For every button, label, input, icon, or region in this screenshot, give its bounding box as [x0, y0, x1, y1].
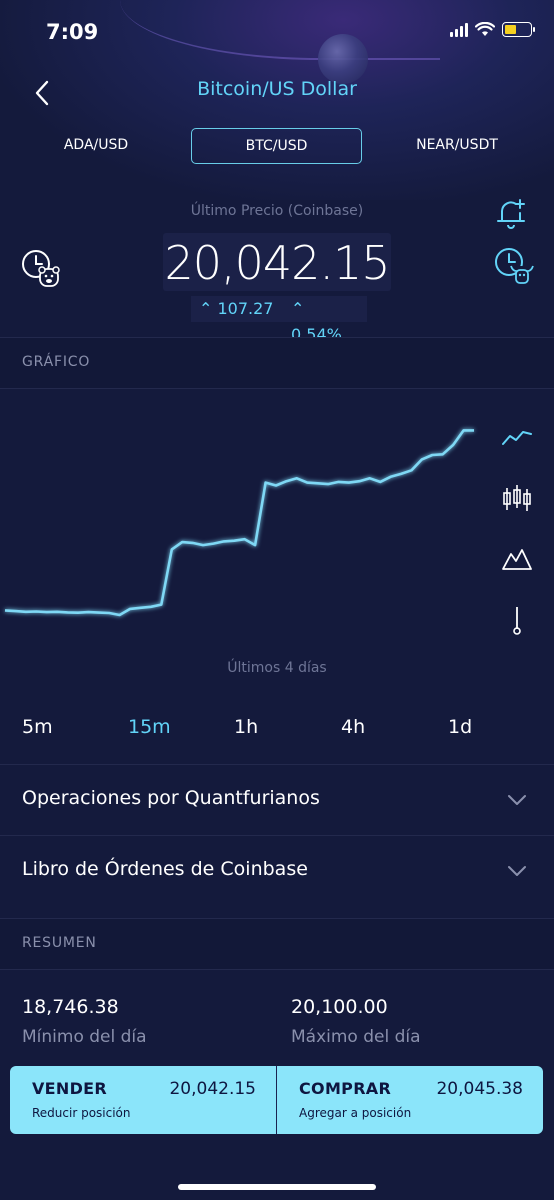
home-indicator: [178, 1184, 376, 1190]
day-high-value: 20,100.00: [291, 996, 388, 1018]
chevron-down-icon: [508, 866, 526, 876]
bell-plus-icon[interactable]: [494, 196, 528, 230]
page-title: Bitcoin/US Dollar: [197, 78, 357, 100]
wifi-icon: [475, 22, 495, 36]
caret-up-icon: ⌃: [199, 299, 213, 318]
day-low-value: 18,746.38: [22, 996, 119, 1018]
summary-section-header: RESUMEN: [0, 918, 554, 970]
clock-bear-icon[interactable]: [20, 248, 62, 290]
timeframe-15m[interactable]: 15m: [128, 716, 171, 738]
sell-price: 20,042.15: [169, 1079, 256, 1099]
last-price: 20,042.15: [164, 236, 390, 290]
planet-illustration: [318, 34, 368, 84]
timeframe-1d[interactable]: 1d: [448, 716, 472, 738]
area-chart-icon[interactable]: [501, 542, 533, 574]
pair-tab-ada-usd[interactable]: ADA/USD: [40, 128, 152, 164]
status-time: 7:09: [46, 20, 99, 44]
trade-buttons: VENDER Reducir posición 20,042.15 COMPRA…: [10, 1066, 543, 1134]
row-label: Libro de Órdenes de Coinbase: [22, 858, 308, 880]
chevron-down-icon: [508, 795, 526, 805]
depth-indicator-icon[interactable]: [501, 605, 533, 637]
battery-icon: [502, 22, 535, 37]
change-absolute: ⌃ 107.27: [191, 296, 283, 322]
change-percent: ⌃ 0.54%: [283, 296, 367, 344]
sell-subtitle: Reducir posición: [32, 1106, 131, 1120]
sell-title: VENDER: [32, 1079, 108, 1098]
coinbase-order-book-row[interactable]: Libro de Órdenes de Coinbase: [0, 835, 554, 906]
day-low-label: Mínimo del día: [22, 1027, 147, 1047]
chart-caption: Últimos 4 días: [227, 660, 327, 676]
buy-subtitle: Agregar a posición: [299, 1106, 412, 1120]
day-high-label: Máximo del día: [291, 1027, 421, 1047]
row-label: Operaciones por Quantfurianos: [22, 787, 320, 809]
chevron-left-icon[interactable]: [28, 78, 58, 108]
status-icons: [450, 22, 535, 37]
chart-section-header: GRÁFICO: [0, 337, 554, 389]
price-label: Último Precio (Coinbase): [190, 203, 364, 219]
candlestick-icon[interactable]: [501, 482, 533, 514]
signal-icon: [450, 22, 468, 37]
trades-by-quantfurians-row[interactable]: Operaciones por Quantfurianos: [0, 764, 554, 835]
caret-up-icon: ⌃: [291, 299, 305, 318]
timeframe-5m[interactable]: 5m: [22, 716, 53, 738]
summary-section-title: RESUMEN: [22, 935, 97, 951]
sell-button[interactable]: VENDER Reducir posición 20,042.15: [10, 1066, 276, 1134]
clock-bull-icon[interactable]: [493, 246, 535, 288]
line-chart-icon[interactable]: [501, 422, 533, 454]
buy-title: COMPRAR: [299, 1079, 392, 1098]
timeframe-4h[interactable]: 4h: [341, 716, 365, 738]
chart-section-title: GRÁFICO: [22, 354, 91, 370]
pair-tab-btc-usd[interactable]: BTC/USD: [191, 128, 362, 164]
timeframe-1h[interactable]: 1h: [234, 716, 258, 738]
price-series-line: [4, 429, 474, 617]
pair-tab-near-usdt[interactable]: NEAR/USDT: [396, 128, 518, 164]
buy-price: 20,045.38: [436, 1079, 523, 1099]
buy-button[interactable]: COMPRAR Agregar a posición 20,045.38: [276, 1066, 543, 1134]
